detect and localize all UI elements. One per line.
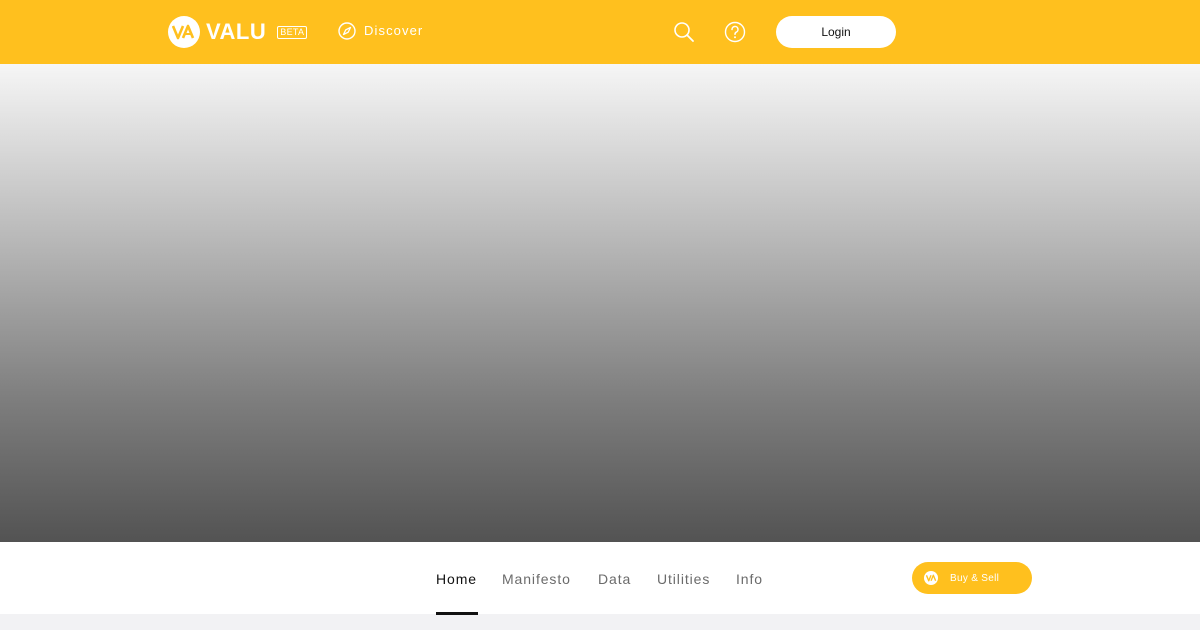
- search-icon: [673, 21, 695, 43]
- buy-sell-button[interactable]: Buy & Sell: [912, 562, 1032, 594]
- tab-data[interactable]: Data: [598, 571, 631, 587]
- brand-logo[interactable]: VALU BETA: [168, 16, 308, 48]
- discover-link[interactable]: Discover: [338, 22, 423, 40]
- hero-banner: [0, 64, 1200, 542]
- tab-info[interactable]: Info: [736, 571, 763, 587]
- valu-logo-icon: [168, 16, 200, 48]
- help-button[interactable]: [724, 21, 746, 43]
- tab-utilities[interactable]: Utilities: [657, 571, 710, 587]
- login-button[interactable]: Login: [776, 16, 896, 48]
- valu-logo-icon: [924, 571, 938, 585]
- search-button[interactable]: [673, 21, 695, 43]
- tab-manifesto[interactable]: Manifesto: [502, 571, 571, 587]
- brand-name: VALU: [206, 19, 267, 44]
- top-navigation-bar: VALU BETA Discover Login: [0, 0, 1200, 64]
- active-tab-indicator: [436, 612, 478, 615]
- compass-icon: [338, 22, 356, 40]
- tab-home[interactable]: Home: [436, 571, 477, 587]
- beta-badge: BETA: [277, 25, 308, 39]
- section-tabs: Home Manifesto Data Utilities Info Buy &…: [0, 542, 1200, 615]
- help-icon: [724, 21, 746, 43]
- buy-sell-label: Buy & Sell: [950, 572, 1000, 584]
- discover-label: Discover: [364, 23, 424, 38]
